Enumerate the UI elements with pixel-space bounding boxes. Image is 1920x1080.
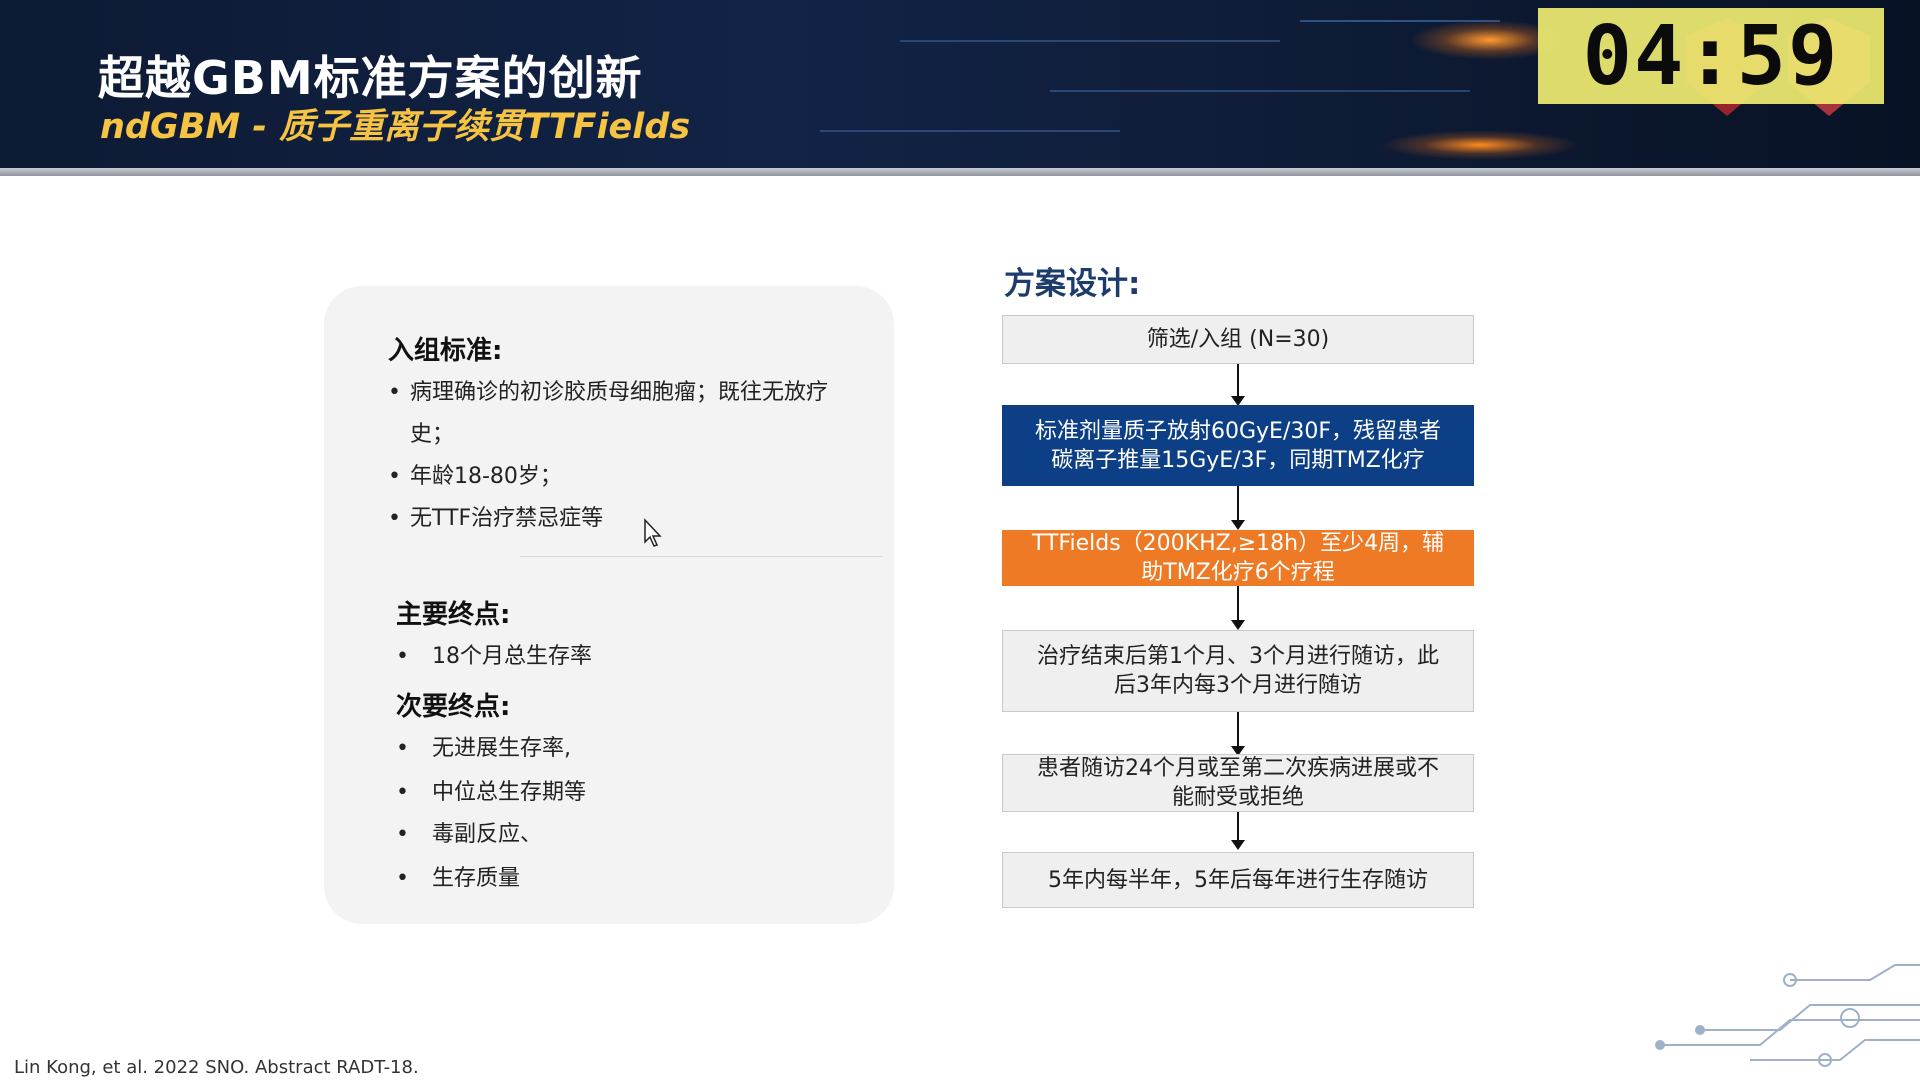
flow-step-followup: 治疗结束后第1个月、3个月进行随访，此 后3年内每3个月进行随访 (1002, 630, 1474, 712)
citation: Lin Kong, et al. 2022 SNO. Abstract RADT… (14, 1057, 419, 1078)
flow-step-ttfields: TTFields（200KHZ,≥18h）至少4周，辅 助TMZ化疗6个疗程 (1002, 530, 1474, 586)
secondary-endpoint-title: 次要终点: (396, 692, 511, 722)
flow-arrow (1231, 486, 1245, 530)
mouse-cursor-icon (644, 518, 662, 547)
flow-arrow (1231, 712, 1245, 756)
flow-arrow (1231, 812, 1245, 850)
flow-arrow (1231, 364, 1245, 406)
flow-arrow (1231, 586, 1245, 630)
divider (520, 556, 882, 557)
scheme-title: 方案设计: (1004, 266, 1141, 302)
circuit-decoration (1050, 90, 1470, 92)
circuit-decoration (900, 40, 1280, 42)
light-flare (1380, 130, 1580, 160)
countdown-timer: 04:59 (1538, 8, 1884, 104)
primary-endpoint-title: 主要终点: (396, 600, 511, 630)
inclusion-title: 入组标准: (388, 336, 503, 366)
circuit-corner-decoration (1655, 964, 1920, 1067)
flow-step-survival: 5年内每半年，5年后每年进行生存随访 (1002, 852, 1474, 908)
flow-step-24month: 患者随访24个月或至第二次疾病进展或不 能耐受或拒绝 (1002, 754, 1474, 812)
circuit-decoration (820, 130, 1120, 132)
flow-step-screening: 筛选/入组 (N=30) (1002, 315, 1474, 364)
flow-step-radiotherapy: 标准剂量质子放射60GyE/30F，残留患者 碳离子推量15GyE/3F，同期T… (1002, 405, 1474, 486)
slide-subtitle: ndGBM - 质子重离子续贯TTFields (100, 107, 691, 147)
